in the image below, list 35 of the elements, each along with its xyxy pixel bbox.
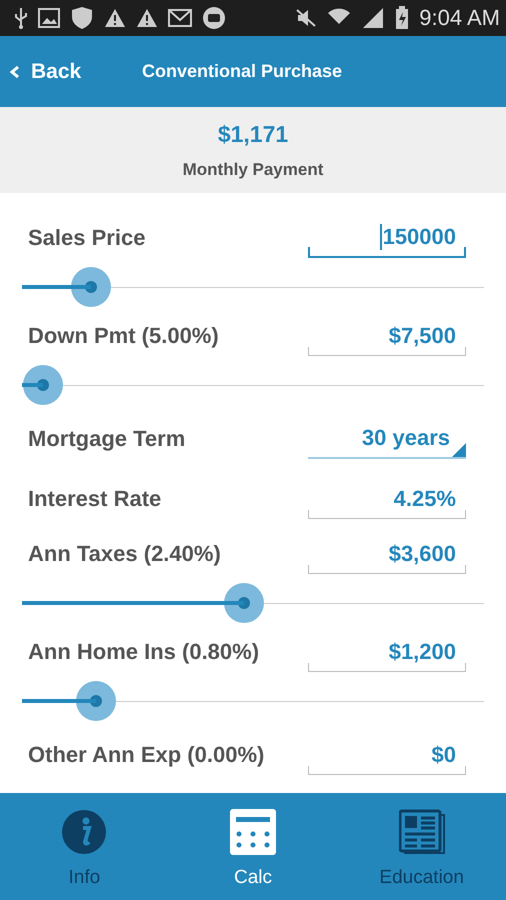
slider-thumb[interactable] [22,365,63,405]
payment-amount: $1,171 [218,120,288,148]
term-dropdown[interactable]: 30 years [308,419,466,459]
calculator-icon [230,808,276,854]
mute-icon [295,8,318,28]
field-label: Mortgage Term [28,426,186,452]
slider-thumb[interactable] [71,267,112,307]
field-label: Down Pmt (5.00%) [28,323,219,349]
field-label: Ann Home Ins (0.80%) [28,639,260,665]
payment-label: Monthly Payment [182,160,324,180]
newspaper-icon [398,808,445,854]
warning-icon [136,8,158,28]
field-label: Sales Price [28,225,146,251]
nav-tab[interactable]: Education [337,793,506,900]
warning-icon [104,8,126,28]
nav-tab[interactable]: Info [0,793,169,900]
back-button[interactable]: Back [0,60,142,84]
status-time: 9:04 AM [419,5,500,31]
mail-icon [168,9,192,27]
signal-icon [361,7,386,29]
corner-triangle-icon [452,443,466,457]
chevron-left-icon [9,64,21,78]
slider-thumb[interactable] [76,681,116,721]
screen-title: Conventional Purchase [142,61,342,82]
field-label: Ann Taxes (2.40%) [28,541,221,567]
shield-icon [70,6,94,30]
info-icon [61,808,108,854]
field-label: Other Ann Exp (0.00%) [28,742,264,768]
battery-icon [395,6,410,30]
slider-thumb[interactable] [224,583,264,623]
image-icon [38,8,60,28]
usb-icon [14,7,28,29]
field-label: Interest Rate [28,486,162,512]
nav-tab[interactable]: Calc [168,793,338,900]
badge-icon [202,6,226,30]
